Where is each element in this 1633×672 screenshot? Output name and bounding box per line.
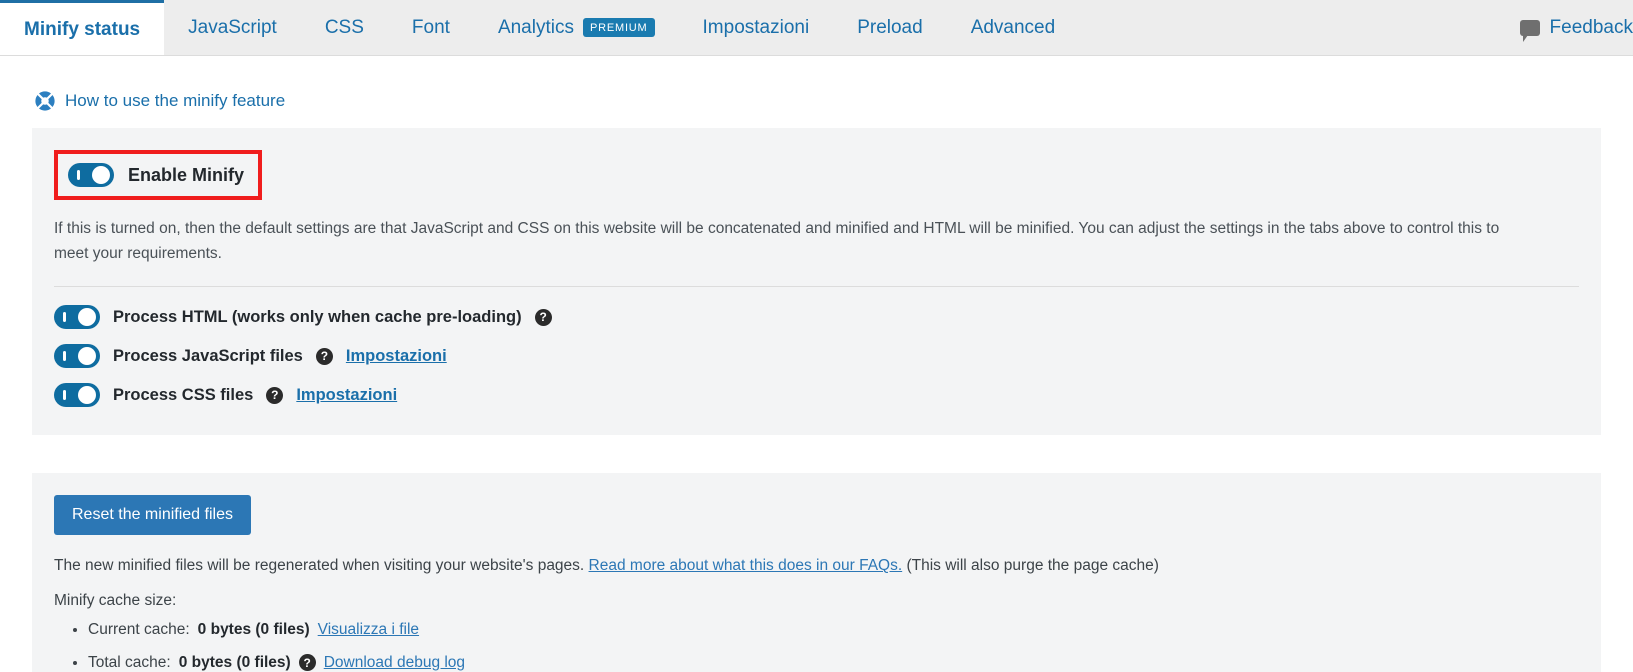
toggle-knob [78,386,96,405]
enable-minify-highlight: Enable Minify [54,150,263,200]
process-css-label: Process CSS files [113,385,254,404]
tab-minify-status[interactable]: Minify status [0,0,165,55]
tab-label: Advanced [970,17,1056,38]
minify-description: If this is turned on, then the default s… [54,220,1500,263]
process-javascript-label: Process JavaScript files [113,346,303,365]
how-to-use-minify-link[interactable]: How to use the minify feature [65,91,285,111]
tab-analytics[interactable]: Analytics PREMIUM [474,0,679,55]
enable-minify-toggle[interactable] [68,163,114,187]
how-to-row: How to use the minify feature [32,56,1601,128]
process-javascript-toggle[interactable] [54,344,100,369]
toggle-bar [63,351,66,362]
toggle-knob [78,347,96,366]
tab-label: Minify status [24,18,141,40]
list-item-total-cache: Total cache: 0 bytes (0 files) ? Downloa… [88,652,1579,672]
tab-advanced[interactable]: Advanced [947,0,1080,55]
help-icon[interactable]: ? [315,347,333,365]
javascript-settings-link[interactable]: Impostazioni [346,347,447,366]
option-row-process-html: Process HTML (works only when cache pre-… [54,305,1579,330]
toggle-bar [63,390,66,401]
tab-preload[interactable]: Preload [833,0,947,55]
process-html-label: Process HTML (works only when cache pre-… [113,307,522,326]
reset-note: The new minified files will be regenerat… [54,557,1579,575]
total-cache-value: 0 bytes (0 files) [178,653,291,671]
panel-spacer [32,435,1601,474]
minify-cache-size-title: Minify cache size: [54,592,177,610]
faq-link[interactable]: Read more about what this does in our FA… [589,557,903,574]
help-icon[interactable]: ? [298,654,316,672]
process-css-toggle[interactable] [54,383,100,408]
current-cache-prefix: Current cache: [88,621,190,639]
tab-css[interactable]: CSS [301,0,388,55]
tab-bar: Minify status JavaScript CSS Font Analyt… [0,0,1633,56]
cache-size-list: Current cache: 0 bytes (0 files) Visuali… [54,619,1579,672]
feedback-label: Feedback [1549,16,1633,38]
feedback-button[interactable]: Feedback [1519,16,1633,42]
css-settings-link[interactable]: Impostazioni [296,386,397,405]
help-icon[interactable]: ? [534,308,552,326]
total-cache-prefix: Total cache: [88,653,171,671]
minify-settings-panel: Enable Minify If this is turned on, then… [32,128,1601,436]
toggle-bar [63,312,66,323]
page-body: How to use the minify feature Enable Min… [0,56,1633,672]
option-row-process-javascript: Process JavaScript files ? Impostazioni [54,344,1579,369]
tab-javascript[interactable]: JavaScript [164,0,301,55]
reset-note-suffix: (This will also purge the page cache) [902,557,1159,575]
panel-divider [54,286,1579,288]
view-files-link[interactable]: Visualizza i file [318,619,419,641]
life-buoy-icon [35,91,55,111]
toggle-bar [77,170,80,180]
reset-minified-files-panel: Reset the minified files The new minifie… [32,473,1601,672]
reset-minified-files-button[interactable]: Reset the minified files [54,495,251,536]
reset-note-prefix: The new minified files will be regenerat… [54,557,589,575]
help-icon[interactable]: ? [266,386,284,404]
premium-badge: PREMIUM [582,18,655,37]
tab-label: Preload [857,17,923,38]
option-row-process-css: Process CSS files ? Impostazioni [54,383,1579,408]
tab-label: CSS [324,17,364,38]
tab-label: Analytics [497,17,574,38]
tab-font[interactable]: Font [388,0,474,55]
download-debug-log-link[interactable]: Download debug log [324,652,465,672]
speech-bubble-icon [1519,19,1540,42]
list-item-current-cache: Current cache: 0 bytes (0 files) Visuali… [88,619,1579,641]
enable-minify-label: Enable Minify [128,164,245,185]
tab-label: Font [411,17,450,38]
toggle-knob [92,166,110,184]
tab-label: Impostazioni [702,17,810,38]
tab-bar-right: Feedback [1519,0,1633,55]
tab-impostazioni[interactable]: Impostazioni [679,0,834,55]
tab-label: JavaScript [188,17,277,38]
process-html-toggle[interactable] [54,305,100,330]
toggle-knob [78,308,96,327]
current-cache-value: 0 bytes (0 files) [197,621,310,639]
